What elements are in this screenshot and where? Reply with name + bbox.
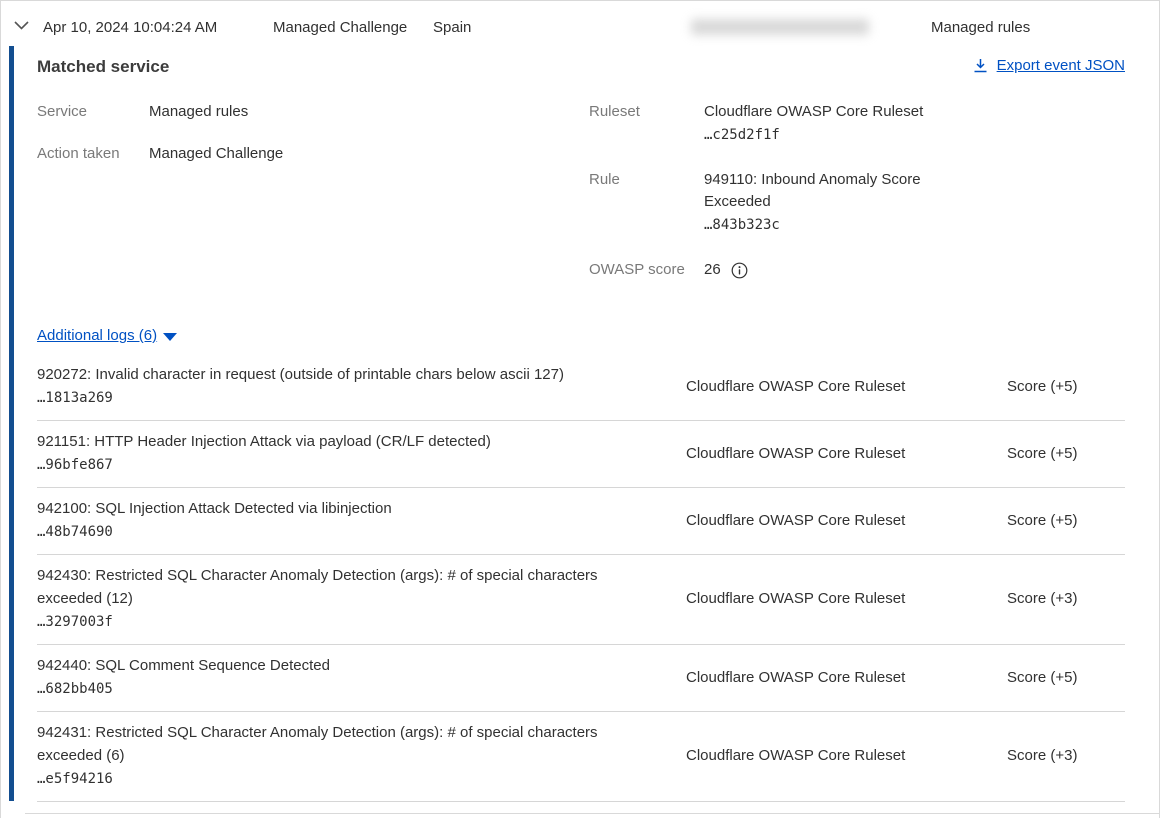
event-detail-content: Matched service Export event JSON Servic… bbox=[37, 46, 1125, 802]
ruleset-name: Cloudflare OWASP Core Ruleset bbox=[704, 101, 944, 123]
field-label: Rule bbox=[589, 169, 704, 191]
log-score: Score (+5) bbox=[1007, 376, 1125, 398]
field-label: Action taken bbox=[37, 143, 149, 165]
log-description: 942100: SQL Injection Attack Detected vi… bbox=[37, 497, 652, 520]
fields-right-column: Ruleset Cloudflare OWASP Core Ruleset …c… bbox=[589, 101, 1125, 303]
firewall-event-detail-panel: Apr 10, 2024 10:04:24 AM Managed Challen… bbox=[0, 0, 1160, 818]
log-description: 942431: Restricted SQL Character Anomaly… bbox=[37, 721, 652, 767]
log-row: 942430: Restricted SQL Character Anomaly… bbox=[37, 555, 1125, 645]
next-row-boundary-line bbox=[25, 813, 1159, 814]
field-action-taken: Action taken Managed Challenge bbox=[37, 143, 589, 165]
log-ruleset: Cloudflare OWASP Core Ruleset bbox=[686, 745, 1007, 767]
matched-service-title: Matched service bbox=[37, 57, 169, 77]
log-description: 942430: Restricted SQL Character Anomaly… bbox=[37, 564, 652, 610]
log-ruleset: Cloudflare OWASP Core Ruleset bbox=[686, 510, 1007, 532]
info-icon[interactable] bbox=[731, 262, 748, 279]
additional-logs-toggle[interactable]: Additional logs (6) bbox=[37, 327, 177, 344]
log-rule-id: …e5f94216 bbox=[37, 767, 686, 791]
field-value: Managed Challenge bbox=[149, 143, 283, 165]
log-row: 942100: SQL Injection Attack Detected vi… bbox=[37, 488, 1125, 555]
log-rule-id: …48b74690 bbox=[37, 520, 686, 544]
log-score: Score (+3) bbox=[1007, 588, 1125, 610]
additional-logs-table: 920272: Invalid character in request (ou… bbox=[37, 354, 1125, 802]
log-ruleset: Cloudflare OWASP Core Ruleset bbox=[686, 443, 1007, 465]
chevron-down-icon[interactable] bbox=[14, 21, 29, 30]
fields-left-column: Service Managed rules Action taken Manag… bbox=[37, 101, 589, 303]
additional-logs-label: Additional logs (6) bbox=[37, 327, 157, 344]
field-ruleset: Ruleset Cloudflare OWASP Core Ruleset …c… bbox=[589, 101, 1125, 147]
log-row: 921151: HTTP Header Injection Attack via… bbox=[37, 421, 1125, 488]
log-description: 921151: HTTP Header Injection Attack via… bbox=[37, 430, 652, 453]
field-label: OWASP score bbox=[589, 259, 704, 281]
event-timestamp: Apr 10, 2024 10:04:24 AM bbox=[43, 19, 217, 36]
log-row: 942431: Restricted SQL Character Anomaly… bbox=[37, 712, 1125, 802]
event-row-header[interactable]: Apr 10, 2024 10:04:24 AM Managed Challen… bbox=[1, 1, 1159, 46]
field-service: Service Managed rules bbox=[37, 101, 589, 123]
log-row: 942440: SQL Comment Sequence Detected …6… bbox=[37, 645, 1125, 712]
field-rule: Rule 949110: Inbound Anomaly Score Excee… bbox=[589, 169, 1125, 237]
expanded-row-accent-bar bbox=[9, 46, 14, 801]
log-ruleset: Cloudflare OWASP Core Ruleset bbox=[686, 376, 1007, 398]
field-label: Service bbox=[37, 101, 149, 123]
ruleset-id: …c25d2f1f bbox=[704, 123, 944, 147]
caret-down-icon bbox=[163, 333, 177, 341]
field-owasp-score: OWASP score 26 bbox=[589, 259, 1125, 281]
log-score: Score (+5) bbox=[1007, 443, 1125, 465]
log-ruleset: Cloudflare OWASP Core Ruleset bbox=[686, 588, 1007, 610]
log-description: 920272: Invalid character in request (ou… bbox=[37, 363, 652, 386]
field-value: Managed rules bbox=[149, 101, 248, 123]
event-country: Spain bbox=[433, 19, 471, 36]
export-link-label: Export event JSON bbox=[997, 57, 1125, 74]
log-description: 942440: SQL Comment Sequence Detected bbox=[37, 654, 652, 677]
event-service: Managed rules bbox=[931, 19, 1030, 36]
download-icon bbox=[973, 58, 988, 73]
log-rule-id: …1813a269 bbox=[37, 386, 686, 410]
log-score: Score (+5) bbox=[1007, 510, 1125, 532]
log-score: Score (+3) bbox=[1007, 745, 1125, 767]
redacted-value bbox=[691, 19, 869, 35]
rule-name: 949110: Inbound Anomaly Score Exceeded bbox=[704, 169, 944, 213]
log-score: Score (+5) bbox=[1007, 667, 1125, 689]
log-rule-id: …682bb405 bbox=[37, 677, 686, 701]
log-rule-id: …96bfe867 bbox=[37, 453, 686, 477]
rule-id: …843b323c bbox=[704, 213, 944, 237]
field-label: Ruleset bbox=[589, 101, 704, 123]
log-row: 920272: Invalid character in request (ou… bbox=[37, 354, 1125, 421]
event-action: Managed Challenge bbox=[273, 19, 407, 36]
log-ruleset: Cloudflare OWASP Core Ruleset bbox=[686, 667, 1007, 689]
log-rule-id: …3297003f bbox=[37, 610, 686, 634]
owasp-score-value: 26 bbox=[704, 259, 721, 281]
export-event-json-link[interactable]: Export event JSON bbox=[973, 57, 1125, 74]
